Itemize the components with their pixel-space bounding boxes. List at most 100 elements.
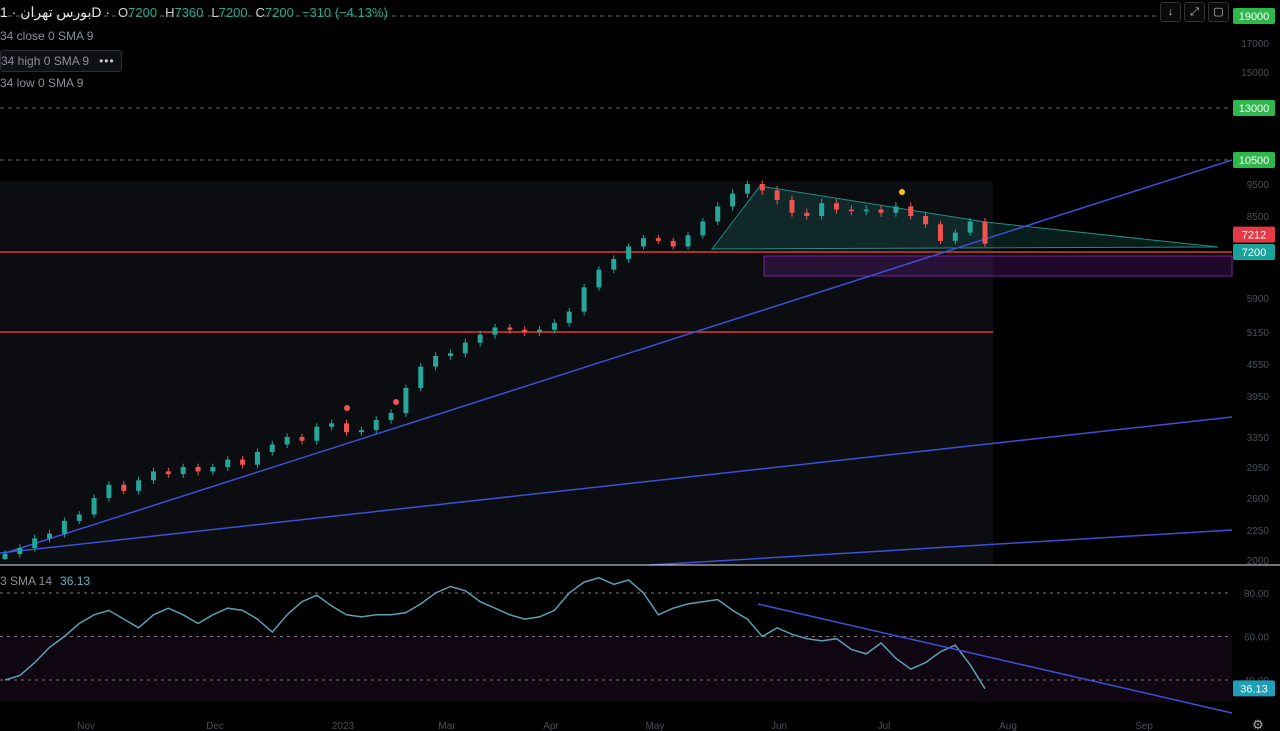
price-axis-label: 4550 xyxy=(1247,360,1270,371)
high-value: 7360 xyxy=(174,4,204,20)
indicator-high-sma-label: 34 high 0 SMA 9 xyxy=(1,54,90,68)
candle-body xyxy=(136,480,142,491)
window-icon[interactable]: ▢ xyxy=(1208,2,1229,22)
price-axis-label: 3950 xyxy=(1247,392,1270,403)
close-label: C xyxy=(255,4,265,20)
candle-body xyxy=(789,200,795,213)
candle-body xyxy=(106,484,112,498)
candle-body xyxy=(477,334,483,343)
candle-body xyxy=(908,206,914,216)
close-price-tag: 7200 xyxy=(1242,247,1266,259)
candle-body xyxy=(655,238,661,241)
rsi-legend[interactable]: 3 SMA 14 36.13 xyxy=(0,574,90,588)
candle-body xyxy=(878,209,884,213)
candle-body xyxy=(715,206,721,222)
candle-body xyxy=(730,193,736,207)
rsi-axis-label: 80.00 xyxy=(1244,589,1269,600)
candle-body xyxy=(759,184,765,191)
price-axis-label: 5150 xyxy=(1247,328,1270,339)
candle-body xyxy=(522,329,528,332)
low-value: 7200 xyxy=(218,4,248,20)
chart-canvas[interactable]: 17000 15000 9500 8500 5900 5150 4550 3950 3350 29… xyxy=(0,0,1280,731)
expand-icon[interactable]: ⤢ xyxy=(1184,2,1205,22)
candle-body xyxy=(923,216,929,225)
price-axis-label: 5900 xyxy=(1247,294,1270,305)
indicator-low-sma[interactable]: 34 low 0 SMA 9 xyxy=(0,76,83,90)
candle-body xyxy=(640,238,646,247)
candle-body xyxy=(670,240,676,247)
candle-body xyxy=(834,203,840,210)
candle-body xyxy=(492,327,498,335)
candle-body xyxy=(165,471,171,475)
indicator-close-sma[interactable]: 34 close 0 SMA 9 xyxy=(0,29,93,43)
candle-body xyxy=(507,327,513,330)
time-axis-label: May xyxy=(646,721,665,731)
current-price-tag: 7212 xyxy=(1242,230,1266,242)
time-axis-label: Dec xyxy=(206,721,224,731)
price-axis-label: 15000 xyxy=(1241,68,1269,79)
candle-body xyxy=(700,221,706,236)
candle-body xyxy=(240,459,246,465)
candle-body xyxy=(685,235,691,247)
candle-body xyxy=(358,430,364,433)
price-axis-label: 2950 xyxy=(1247,463,1270,474)
candle-body xyxy=(537,329,543,332)
price-axis-label: 9500 xyxy=(1247,180,1270,191)
signal-dot xyxy=(899,189,905,195)
rsi-value-tag: 36.13 xyxy=(1240,683,1268,695)
candle-body xyxy=(344,423,350,433)
candle-body xyxy=(373,419,379,431)
price-axis-label: 2600 xyxy=(1247,494,1270,505)
candle-body xyxy=(91,498,97,515)
candle-body xyxy=(47,533,53,539)
candle-body xyxy=(566,311,572,323)
candle-body xyxy=(937,224,943,241)
settings-icon[interactable]: ⚙ xyxy=(1252,717,1264,731)
candle-body xyxy=(17,548,23,554)
candle-body xyxy=(893,206,899,213)
candle-body xyxy=(329,423,335,427)
time-axis-label: Jul xyxy=(878,721,891,731)
candle-body xyxy=(314,426,320,441)
candle-body xyxy=(299,437,305,441)
candle-body xyxy=(254,452,260,465)
candle-body xyxy=(76,514,82,521)
time-axis-label: Apr xyxy=(543,721,559,731)
time-axis-label: 2023 xyxy=(332,721,355,731)
indicator-high-sma[interactable]: 34 high 0 SMA 9 ••• xyxy=(0,50,122,72)
open-label: O xyxy=(118,4,129,20)
candle-body xyxy=(596,269,602,288)
time-axis-label: Jun xyxy=(771,721,787,731)
candle-body xyxy=(774,190,780,200)
level-tag-2: 10500 xyxy=(1239,155,1270,167)
rsi-value: 36.13 xyxy=(60,574,91,588)
candle-body xyxy=(462,342,468,354)
candle-body xyxy=(32,538,38,548)
time-axis-label: Nov xyxy=(77,721,95,731)
signal-dot xyxy=(344,405,350,411)
price-axis-label: 2250 xyxy=(1247,526,1270,537)
more-options-icon[interactable]: ••• xyxy=(99,54,115,68)
candle-body xyxy=(744,184,750,194)
signal-dot xyxy=(393,399,399,405)
candle-body xyxy=(150,471,156,481)
rsi-axis-label: 60.00 xyxy=(1244,633,1269,644)
candle-body xyxy=(581,287,587,312)
candle-body xyxy=(952,232,958,241)
demand-zone xyxy=(763,255,1233,277)
price-axis-label: 8500 xyxy=(1247,212,1270,223)
open-value: 7200 xyxy=(128,4,158,20)
candle-body xyxy=(121,484,127,491)
price-axis-label: 17000 xyxy=(1241,39,1269,50)
symbol-name[interactable]: بورس تهران · 1D · xyxy=(0,4,110,21)
download-icon[interactable]: ↓ xyxy=(1160,2,1181,22)
rsi-label: 3 SMA 14 xyxy=(0,574,53,588)
candle-body xyxy=(180,467,186,475)
candle-body xyxy=(433,356,439,367)
close-value: 7200 xyxy=(264,4,294,20)
candle-body xyxy=(804,212,810,216)
candle-body xyxy=(819,203,825,216)
symbol-header: بورس تهران · 1D · O7200 H7360 L7200 C720… xyxy=(0,3,388,21)
candle-body xyxy=(2,554,8,559)
candle-body xyxy=(225,459,231,467)
